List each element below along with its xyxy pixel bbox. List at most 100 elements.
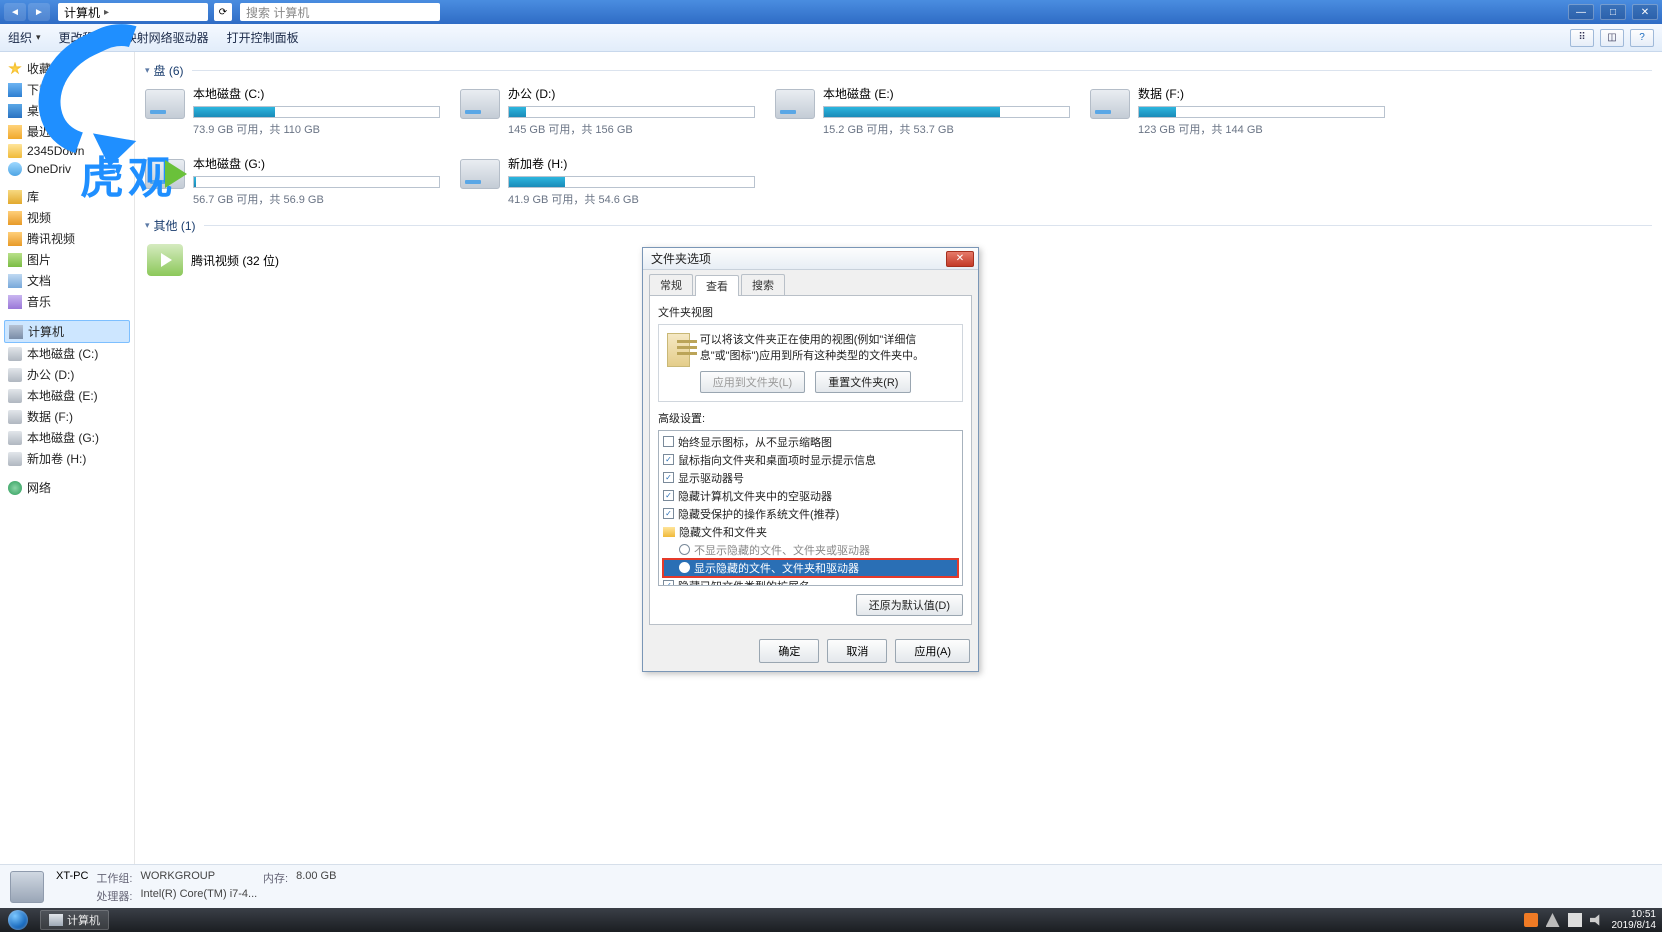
video-icon [8, 232, 22, 246]
apply-to-folders-button[interactable]: 应用到文件夹(L) [700, 371, 805, 393]
tray-volume-icon[interactable] [1590, 913, 1604, 927]
sidebar-drive-e[interactable]: 本地磁盘 (E:) [4, 385, 130, 406]
sidebar-documents[interactable]: 文档 [4, 270, 130, 291]
sidebar-drive-g[interactable]: 本地磁盘 (G:) [4, 427, 130, 448]
tab-general[interactable]: 常规 [649, 274, 693, 295]
drive-icon [8, 410, 22, 424]
advanced-option[interactable]: ✓显示驱动器号 [663, 469, 958, 487]
advanced-option[interactable]: 不显示隐藏的文件、文件夹或驱动器 [663, 541, 958, 559]
breadcrumb-arrow-icon: ▸ [104, 7, 109, 18]
advanced-option[interactable]: 显示隐藏的文件、文件夹和驱动器 [663, 559, 958, 577]
sidebar-music[interactable]: 音乐 [4, 291, 130, 312]
details-memory: 8.00 GB [296, 870, 336, 886]
sidebar-libraries[interactable]: 库 [4, 186, 130, 207]
cloud-icon [8, 162, 22, 176]
search-box[interactable]: 搜索 计算机 [240, 3, 440, 21]
dialog-close-button[interactable]: ✕ [946, 251, 974, 267]
open-control-panel-button[interactable]: 打开控制面板 [227, 29, 299, 46]
folder-views-label: 文件夹视图 [658, 304, 963, 320]
tray-action-center-icon[interactable] [1568, 913, 1582, 927]
folder-views-text: 可以将该文件夹正在使用的视图(例如"详细信息"或"图标")应用到所有这种类型的文… [700, 333, 954, 365]
change-program-button[interactable]: 更改程序 [59, 29, 107, 46]
drive-item[interactable]: 本地磁盘 (E:) 15.2 GB 可用，共 53.7 GB [775, 85, 1070, 137]
sidebar-favorites[interactable]: 收藏 [4, 58, 130, 79]
drive-space-text: 123 GB 可用，共 144 GB [1138, 121, 1385, 137]
option-label: 显示隐藏的文件、文件夹和驱动器 [694, 560, 859, 576]
tray-overflow-icon[interactable] [1546, 913, 1560, 927]
checkbox-icon: ✓ [663, 580, 674, 586]
drive-item[interactable]: 本地磁盘 (G:) 56.7 GB 可用，共 56.9 GB [145, 155, 440, 207]
group-header-drives[interactable]: ▾ 盘 (6) [145, 62, 1652, 79]
nav-back-button[interactable]: ◄ [4, 3, 26, 21]
collapse-icon: ▾ [145, 220, 150, 231]
advanced-settings-list[interactable]: 始终显示图标，从不显示缩略图✓鼠标指向文件夹和桌面项时显示提示信息✓显示驱动器号… [658, 430, 963, 586]
ok-button[interactable]: 确定 [759, 639, 819, 663]
sidebar-computer[interactable]: 计算机 [4, 320, 130, 343]
map-network-drive-button[interactable]: 映射网络驱动器 [125, 29, 209, 46]
tab-search[interactable]: 搜索 [741, 274, 785, 295]
sidebar-tencent-video[interactable]: 腾讯视频 [4, 228, 130, 249]
advanced-option[interactable]: ✓隐藏计算机文件夹中的空驱动器 [663, 487, 958, 505]
drive-icon [460, 89, 500, 119]
app-icon [147, 244, 183, 276]
address-bar[interactable]: 计算机 ▸ [58, 3, 208, 21]
sidebar-pictures[interactable]: 图片 [4, 249, 130, 270]
windows-orb-icon [8, 910, 28, 930]
cancel-button[interactable]: 取消 [827, 639, 887, 663]
checkbox-icon: ✓ [663, 490, 674, 501]
sidebar-desktop[interactable]: 桌面 [4, 100, 130, 121]
drive-icon [8, 452, 22, 466]
sidebar-videos[interactable]: 视频 [4, 207, 130, 228]
sidebar-drive-h[interactable]: 新加卷 (H:) [4, 448, 130, 469]
advanced-option[interactable]: ✓鼠标指向文件夹和桌面项时显示提示信息 [663, 451, 958, 469]
drive-item[interactable]: 数据 (F:) 123 GB 可用，共 144 GB [1090, 85, 1385, 137]
drive-item[interactable]: 新加卷 (H:) 41.9 GB 可用，共 54.6 GB [460, 155, 755, 207]
sidebar-network[interactable]: 网络 [4, 477, 130, 498]
minimize-button[interactable]: — [1568, 4, 1594, 20]
advanced-option[interactable]: ✓隐藏受保护的操作系统文件(推荐) [663, 505, 958, 523]
drive-item[interactable]: 办公 (D:) 145 GB 可用，共 156 GB [460, 85, 755, 137]
details-cpu-label: 处理器: [96, 888, 132, 904]
document-icon [8, 274, 22, 288]
view-options-button[interactable]: ⠿ [1570, 29, 1594, 47]
taskbar-item-explorer[interactable]: 计算机 [40, 910, 109, 930]
drive-item[interactable]: 本地磁盘 (C:) 73.9 GB 可用，共 110 GB [145, 85, 440, 137]
option-label: 隐藏已知文件类型的扩展名 [678, 578, 810, 586]
drive-name: 本地磁盘 (G:) [193, 155, 440, 172]
drive-space-text: 73.9 GB 可用，共 110 GB [193, 121, 440, 137]
group-header-other[interactable]: ▾ 其他 (1) [145, 217, 1652, 234]
advanced-option[interactable]: 始终显示图标，从不显示缩略图 [663, 433, 958, 451]
taskbar: 计算机 10:51 2019/8/14 [0, 908, 1662, 932]
nav-forward-button[interactable]: ► [28, 3, 50, 21]
sidebar-onedrive[interactable]: OneDriv [4, 160, 130, 178]
tab-view[interactable]: 查看 [695, 275, 739, 296]
other-item-label: 腾讯视频 (32 位) [191, 252, 279, 269]
details-pane: XT-PC 工作组: WORKGROUP 内存: 8.00 GB XT-PC 处… [0, 864, 1662, 908]
radio-icon [679, 562, 690, 573]
details-name: XT-PC [56, 870, 88, 886]
preview-pane-button[interactable]: ◫ [1600, 29, 1624, 47]
window-close-button[interactable]: ✕ [1632, 4, 1658, 20]
start-button[interactable] [0, 908, 36, 932]
option-label: 始终显示图标，从不显示缩略图 [678, 434, 832, 450]
advanced-option[interactable]: 隐藏文件和文件夹 [663, 523, 958, 541]
sidebar-drive-d[interactable]: 办公 (D:) [4, 364, 130, 385]
refresh-button[interactable]: ⟳ [214, 3, 232, 21]
apply-button[interactable]: 应用(A) [895, 639, 970, 663]
drive-usage-bar [193, 176, 440, 188]
sidebar-2345[interactable]: 2345Down [4, 142, 130, 160]
maximize-button[interactable]: □ [1600, 4, 1626, 20]
folder-views-icon [667, 333, 690, 367]
sidebar-drive-f[interactable]: 数据 (F:) [4, 406, 130, 427]
help-button[interactable]: ? [1630, 29, 1654, 47]
sidebar-recent[interactable]: 最近 [4, 121, 130, 142]
sidebar-drive-c[interactable]: 本地磁盘 (C:) [4, 343, 130, 364]
reset-folders-button[interactable]: 重置文件夹(R) [815, 371, 911, 393]
tray-clock[interactable]: 10:51 2019/8/14 [1612, 910, 1657, 931]
tray-ime-icon[interactable] [1524, 913, 1538, 927]
restore-defaults-button[interactable]: 还原为默认值(D) [856, 594, 963, 616]
sidebar-downloads[interactable]: 下载 [4, 79, 130, 100]
drive-usage-bar [508, 176, 755, 188]
organize-menu[interactable]: 组织 [8, 29, 41, 46]
advanced-option[interactable]: ✓ 隐藏已知文件类型的扩展名 [663, 577, 958, 586]
